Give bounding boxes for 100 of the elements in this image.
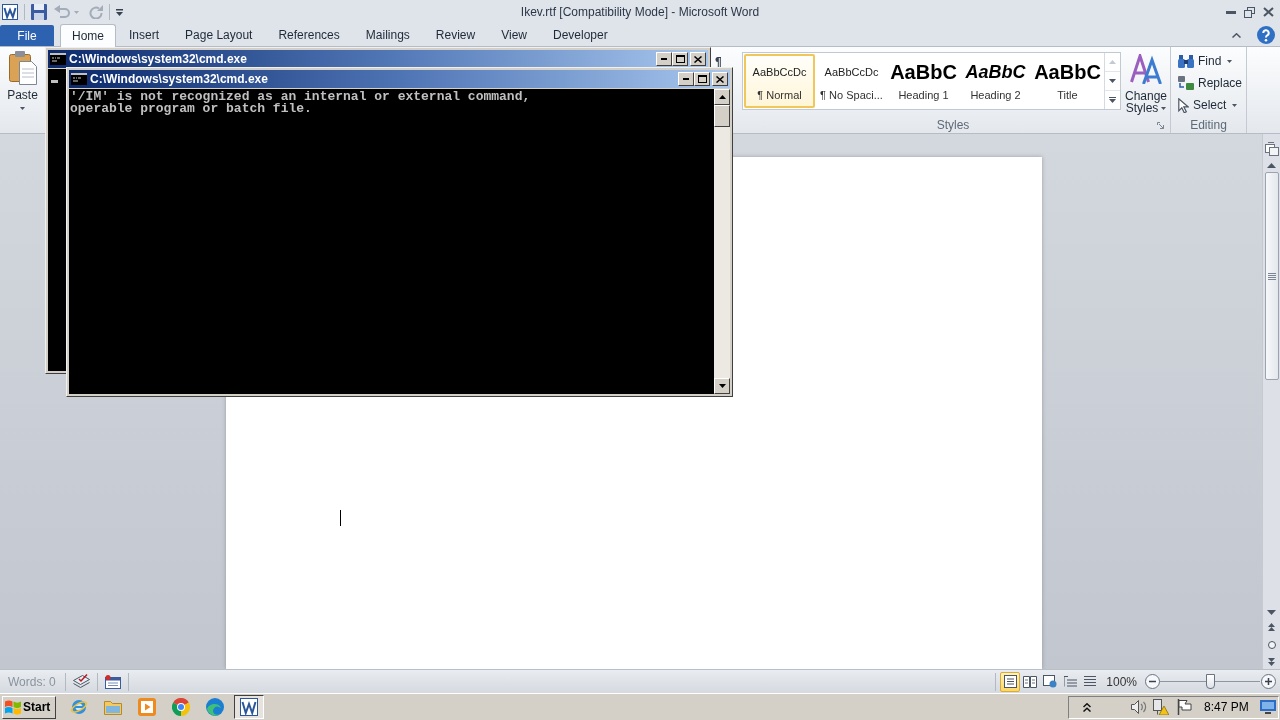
style-option[interactable]: AaBbC Heading 1 (888, 54, 959, 108)
grip-icon (1267, 272, 1276, 280)
zoom-in-icon[interactable] (1261, 674, 1276, 689)
replace-icon (1178, 76, 1194, 90)
pointer-arrow-icon (1178, 97, 1189, 113)
maximize-button[interactable] (694, 72, 710, 86)
chevrons-up-icon[interactable] (1083, 702, 1091, 712)
page-icon (1003, 675, 1017, 688)
minimize-button[interactable] (656, 52, 672, 66)
ribbon-tab[interactable]: View (488, 24, 540, 46)
style-option[interactable]: AaBbC Heading 2 (960, 54, 1031, 108)
vertical-scrollbar[interactable] (1262, 134, 1280, 669)
find-button[interactable]: Find (1176, 50, 1235, 72)
close-icon (716, 75, 724, 83)
close-icon[interactable] (1263, 7, 1274, 17)
caret-down-icon (74, 10, 79, 14)
maximize-button[interactable] (672, 52, 688, 66)
maximize-icon (675, 55, 685, 63)
start-button[interactable]: Start (2, 695, 56, 719)
zoom-slider[interactable] (1160, 673, 1260, 690)
ribbon-tab[interactable]: Mailings (352, 24, 423, 46)
close-button[interactable] (712, 72, 728, 86)
open-book-icon (1023, 675, 1038, 688)
minimize-icon[interactable] (1226, 10, 1236, 14)
window-title: Ikev.rtf [Compatibility Mode] - Microsoft Word (520, 4, 760, 21)
ribbon-tab[interactable]: Developer (539, 24, 621, 46)
console-title: C:\Windows\system32\cmd.exe (90, 71, 268, 88)
console-cursor (51, 80, 58, 83)
scroll-down-button[interactable] (714, 378, 730, 394)
select-button[interactable]: Select (1176, 94, 1240, 116)
flag-logo-icon (5, 699, 21, 715)
console-scrollbar[interactable] (714, 89, 730, 394)
next-page-icon[interactable] (1268, 658, 1275, 666)
clock[interactable]: 8:47 PM (1204, 698, 1249, 716)
segmented-circle-icon (172, 698, 190, 716)
console-line: operable program or batch file. (70, 103, 313, 115)
browse-object-icon[interactable] (1267, 641, 1276, 649)
pilcrow-icon[interactable] (714, 57, 721, 68)
console-title: C:\Windows\system32\cmd.exe (69, 51, 247, 68)
customize-caret-icon[interactable] (116, 8, 123, 16)
network-warning-icon[interactable] (1153, 699, 1169, 715)
speaker-icon[interactable] (1131, 699, 1147, 715)
caret-down-icon (718, 384, 726, 388)
change-styles-button[interactable]: Change Styles (1122, 52, 1170, 116)
zoom-slider-thumb[interactable] (1206, 673, 1215, 689)
ribbon-tab[interactable]: References (265, 24, 353, 46)
globe-page-icon (1043, 675, 1058, 688)
chevron-up-icon[interactable] (1232, 32, 1241, 38)
group-label: Editing (1190, 117, 1227, 134)
console-icon (50, 53, 66, 65)
document-icon (240, 698, 258, 716)
minimize-icon (683, 78, 689, 80)
minimize-icon (661, 58, 667, 60)
ruler-toggle-icon[interactable] (1264, 142, 1279, 156)
letters-a-icon (1130, 54, 1162, 84)
play-icon (138, 698, 156, 716)
outline-icon (1063, 675, 1077, 688)
ring-globe-icon (70, 698, 88, 716)
view-button[interactable] (1000, 671, 1021, 692)
maximize-icon (697, 75, 707, 83)
minimize-button[interactable] (678, 72, 694, 86)
file-tab[interactable]: File (0, 25, 54, 46)
text-cursor (340, 510, 341, 526)
close-button[interactable] (690, 52, 706, 66)
group-label: Styles (935, 117, 971, 134)
caret-down-icon (1109, 79, 1116, 83)
ribbon-tab[interactable]: Home (60, 24, 116, 47)
zoom-level[interactable]: 100% (1106, 672, 1137, 691)
ribbon-tab[interactable]: Review (422, 24, 489, 46)
caret-up-icon (718, 95, 726, 99)
scrollbar-thumb[interactable] (1264, 172, 1279, 380)
scroll-up-button[interactable] (714, 89, 730, 105)
help-icon[interactable] (1257, 26, 1275, 44)
restore-icon[interactable] (1244, 6, 1255, 18)
caret-up-icon[interactable] (1267, 163, 1276, 168)
flag-icon[interactable] (1177, 699, 1193, 715)
zoom-out-icon[interactable] (1145, 674, 1160, 689)
lines-icon (1084, 676, 1097, 687)
taskbar-button[interactable] (234, 695, 264, 719)
folder-icon (104, 699, 122, 715)
ribbon-tab[interactable]: Page Layout (172, 24, 266, 46)
clipboard-icon (8, 51, 37, 85)
book-check-icon[interactable] (72, 674, 90, 689)
close-icon (694, 55, 702, 63)
ribbon-tab[interactable]: Insert (116, 24, 173, 46)
save-icon[interactable] (31, 4, 47, 20)
show-desktop-icon[interactable] (1260, 700, 1276, 714)
console-line: '/IM' is not recognized as an internal or external command, (70, 91, 532, 103)
style-option[interactable]: AaBbCcDc ¶ Normal (744, 54, 815, 108)
caret-down-icon (20, 107, 25, 110)
caret-down-icon[interactable] (1267, 610, 1276, 615)
previous-page-icon[interactable] (1268, 623, 1275, 631)
style-option[interactable]: AaBbCcDc ¶ No Spaci... (816, 54, 887, 108)
app-logo-icon (2, 4, 18, 20)
paste-button[interactable]: Paste (0, 51, 45, 117)
more-icon (1109, 97, 1116, 103)
style-option[interactable]: AaBbC Title (1032, 54, 1103, 108)
dialog-launcher-icon[interactable] (1157, 121, 1164, 129)
caret-up-icon (1109, 60, 1116, 64)
replace-button[interactable]: Replace (1176, 72, 1245, 94)
